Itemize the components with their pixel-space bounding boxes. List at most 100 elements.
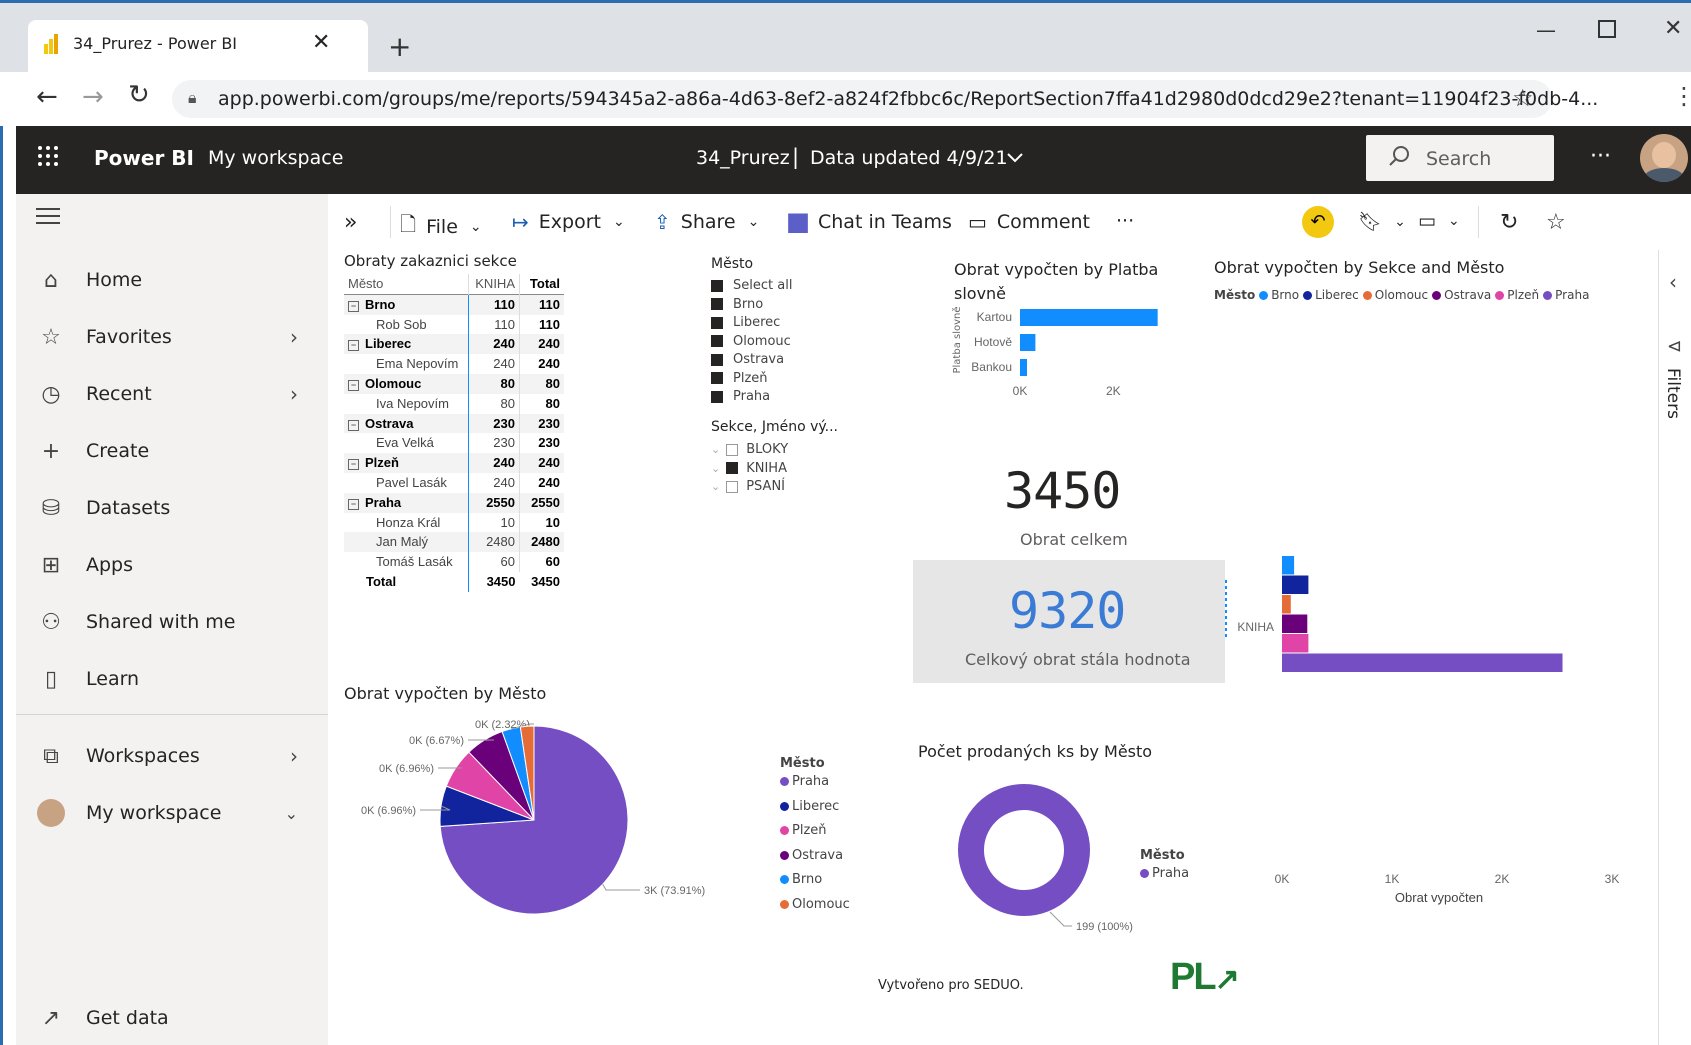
chevron-right-icon[interactable]: › [290, 382, 298, 406]
file-menu[interactable]: 🗋︎ File ⌄ [400, 210, 482, 244]
toolbar-more-icon[interactable]: ··· [1116, 210, 1134, 232]
maximize-icon[interactable] [1598, 20, 1616, 38]
new-tab-icon[interactable]: + [388, 30, 411, 63]
nav-datasets[interactable]: ⛁ Datasets [36, 488, 326, 528]
nav-home[interactable]: ⌂ Home [36, 260, 326, 300]
chevron-down-icon[interactable]: ⌄ [285, 804, 298, 823]
checkbox-checked[interactable] [711, 335, 723, 347]
matrix-header-city[interactable]: Město [344, 274, 469, 294]
slicer-item[interactable]: Ostrava [711, 352, 792, 371]
url-field[interactable]: 🔒︎ app.powerbi.com/groups/me/reports/594… [172, 80, 1598, 118]
brand-label[interactable]: Power BI [94, 146, 194, 170]
table-row[interactable]: Pavel Lasák 240 240 [344, 472, 564, 493]
nav-favorites[interactable]: ☆ Favorites › [36, 317, 326, 357]
checkbox-unchecked[interactable] [726, 443, 739, 456]
city-pie-chart[interactable]: 3K (73.91%) 0K (6.96%) 0K (6.96%) 0K (6.67%… [344, 710, 744, 970]
legend-item[interactable]: Brno [1259, 288, 1299, 302]
bookmark-icon[interactable]: 🔖︎ ⌄ [1358, 210, 1406, 233]
table-row[interactable]: − Liberec 240 240 [344, 334, 564, 355]
minimize-icon[interactable]: — [1536, 18, 1556, 42]
table-row[interactable]: Ema Nepovím 240 240 [344, 354, 564, 374]
data-updated-label[interactable]: Data updated 4/9/21 [810, 147, 1008, 169]
favorite-star-icon[interactable]: ☆ [1546, 210, 1566, 235]
expand-chevron-icon[interactable]: ⌄ [711, 480, 720, 493]
share-menu[interactable]: ⇪ Share ⌄ [654, 210, 759, 234]
nav-my-workspace[interactable]: My workspace ⌄ [36, 793, 326, 833]
matrix-header-kniha[interactable]: KNIHA [468, 274, 520, 295]
bookmark-star-icon[interactable]: ☆ [1512, 84, 1534, 112]
nav-apps[interactable]: ⊞ Apps [36, 545, 326, 585]
table-row[interactable]: Rob Sob 110 110 [344, 314, 564, 335]
checkbox-checked[interactable] [711, 279, 723, 292]
chevron-right-icon[interactable]: › [290, 325, 298, 349]
table-row[interactable]: Honza Král 10 10 [344, 512, 564, 533]
collapse-icon[interactable]: − [348, 498, 359, 510]
chevron-down-icon[interactable] [1006, 150, 1024, 164]
table-row[interactable]: Jan Malý 2480 2480 [344, 532, 564, 553]
slicer-item[interactable]: Liberec [711, 315, 792, 334]
browser-menu-icon[interactable]: ⋮ [1672, 82, 1691, 110]
collapse-icon[interactable]: − [348, 300, 359, 312]
checkbox-checked[interactable] [711, 316, 723, 329]
table-row[interactable]: − Olomouc 80 80 [344, 373, 564, 394]
table-row[interactable]: − Plzeň 240 240 [344, 453, 564, 473]
filters-pane[interactable]: ‹ ⊲ Filters [1658, 250, 1691, 1045]
chat-in-teams-button[interactable]: ⬛︎ Chat in Teams [788, 210, 952, 234]
expand-chevron-icon[interactable]: ⌄ [711, 443, 720, 456]
close-window-icon[interactable]: ✕ [1664, 16, 1682, 41]
refresh-icon[interactable]: ↻ [1500, 210, 1518, 235]
nav-get-data[interactable]: ↗ Get data [36, 998, 326, 1038]
collapse-icon[interactable]: − [348, 340, 359, 352]
sekce-mesto-bar-chart[interactable]: KNIHA 0K 1K 2K 3K Obrat vypočten [1208, 540, 1628, 960]
workspace-link[interactable]: My workspace [208, 147, 343, 169]
legend-item[interactable]: Praha [1140, 866, 1189, 881]
nav-workspaces[interactable]: ⧉ Workspaces › [36, 736, 326, 776]
legend-item[interactable]: Olomouc [780, 897, 850, 922]
table-row[interactable]: Tomáš Lasák 60 60 [344, 552, 564, 572]
legend-item[interactable]: Praha [1543, 288, 1589, 302]
reload-icon[interactable]: ↻ [128, 80, 150, 110]
legend-item[interactable]: Ostrava [1432, 288, 1491, 302]
slicer-item[interactable]: Select all [711, 278, 792, 297]
checkbox-checked[interactable] [726, 462, 739, 474]
back-icon[interactable]: ← [36, 82, 58, 112]
slicer-item[interactable]: Brno [711, 297, 792, 316]
search-box[interactable]: Search [1366, 135, 1554, 181]
reset-icon[interactable]: ↶ [1302, 206, 1334, 238]
platba-bar-chart[interactable]: Platba slovně Kartou Hotově Bankou0K 2K [948, 305, 1178, 425]
slicer-item[interactable]: ⌄ KNIHA [711, 461, 788, 480]
legend-item[interactable]: Plzeň [780, 823, 850, 848]
pocet-donut-chart[interactable]: 199 (100%) [918, 770, 1138, 950]
table-row[interactable]: Iva Nepovím 80 80 [344, 393, 564, 414]
header-more-icon[interactable]: ··· [1590, 144, 1611, 169]
collapse-icon[interactable]: − [348, 419, 359, 431]
expand-pane-icon[interactable]: » [344, 210, 357, 235]
legend-item[interactable]: Plzeň [1495, 288, 1539, 302]
slicer-item[interactable]: Praha [711, 389, 792, 408]
table-row[interactable]: Eva Velká 230 230 [344, 433, 564, 454]
forward-icon[interactable]: → [82, 82, 104, 112]
slicer-item[interactable]: Plzeň [711, 371, 792, 390]
table-row[interactable]: − Ostrava 230 230 [344, 413, 564, 434]
table-row[interactable]: − Brno 110 110 [344, 294, 564, 315]
legend-item[interactable]: Brno [780, 872, 850, 897]
nav-learn[interactable]: ▯ Learn [36, 659, 326, 699]
table-row[interactable]: − Praha 2550 2550 [344, 492, 564, 513]
nav-shared[interactable]: ⚇ Shared with me [36, 602, 326, 642]
nav-create[interactable]: + Create [36, 431, 326, 471]
chevron-right-icon[interactable]: › [290, 744, 298, 768]
legend-item[interactable]: Olomouc [1362, 288, 1428, 302]
expand-chevron-icon[interactable]: ⌄ [711, 462, 720, 475]
slicer-item[interactable]: ⌄ PSANÍ [711, 479, 788, 498]
slicer-item[interactable]: ⌄ BLOKY [711, 442, 788, 461]
collapse-icon[interactable]: − [348, 379, 359, 391]
browser-tab[interactable]: 34_Prurez - Power BI ✕ [28, 20, 368, 72]
legend-item[interactable]: Praha [780, 774, 850, 799]
comment-button[interactable]: ▭ Comment [968, 210, 1090, 234]
legend-item[interactable]: Liberec [780, 799, 850, 824]
slicer-item[interactable]: Olomouc [711, 334, 792, 353]
checkbox-checked[interactable] [711, 353, 723, 366]
legend-item[interactable]: Ostrava [780, 848, 850, 873]
app-launcher-icon[interactable] [36, 144, 60, 168]
card-constant[interactable]: 9320 Celkový obrat stála hodnota [913, 560, 1225, 683]
